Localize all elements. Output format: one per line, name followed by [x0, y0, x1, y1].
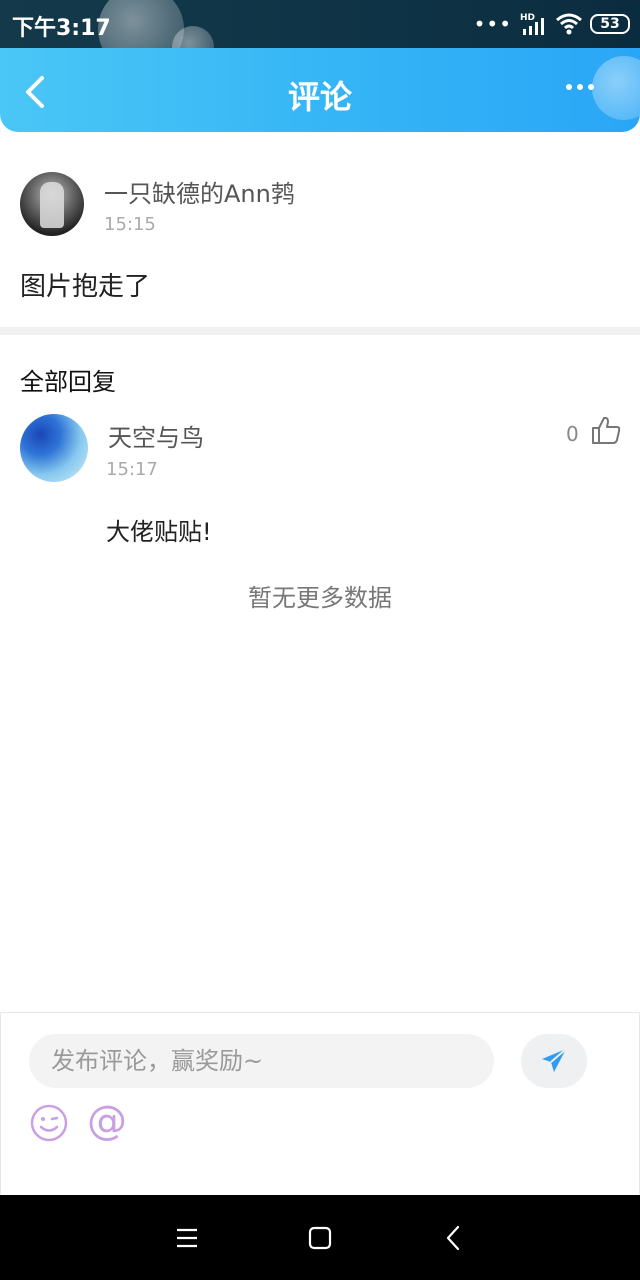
send-plane-icon — [542, 1048, 567, 1072]
more-dots-icon[interactable] — [566, 84, 594, 90]
network-label: HD — [520, 13, 535, 23]
back-icon[interactable] — [437, 1221, 471, 1255]
avatar[interactable] — [20, 172, 84, 236]
comment-content: 图片抱走了 — [20, 272, 151, 302]
section-divider — [0, 327, 640, 335]
send-button[interactable] — [521, 1034, 587, 1088]
signal-icon: HD — [520, 13, 544, 35]
original-comment: 一只缺德的Ann鹁 15:15 图片抱走了 — [0, 132, 640, 327]
menu-icon[interactable] — [170, 1221, 204, 1255]
reply-author-name[interactable]: 天空与鸟 — [108, 418, 204, 453]
wifi-icon — [556, 13, 582, 35]
home-icon[interactable] — [303, 1221, 337, 1255]
battery-level: 53 — [600, 16, 620, 32]
signal-dots-icon: ••• — [473, 12, 512, 36]
system-nav-bar — [0, 1195, 640, 1280]
thumbs-up-icon[interactable] — [590, 414, 622, 446]
reply-content: 大佬贴贴! — [106, 518, 212, 546]
reply-time: 15:17 — [106, 459, 158, 480]
avatar[interactable] — [20, 414, 88, 482]
mention-at-icon[interactable]: @ — [87, 1099, 127, 1143]
replies-section-title: 全部回复 — [20, 368, 116, 396]
emoji-icon[interactable] — [29, 1103, 69, 1143]
battery-icon: 53 — [590, 14, 630, 34]
author-name[interactable]: 一只缺德的Ann鹁 — [104, 174, 295, 209]
status-time: 下午3:17 — [12, 16, 111, 41]
page-title: 评论 — [287, 78, 352, 116]
status-icons: ••• HD 53 — [474, 10, 630, 38]
header-bar: 评论 — [0, 48, 640, 132]
comment-input[interactable] — [29, 1034, 494, 1088]
comment-composer: @ — [0, 1012, 640, 1195]
no-more-data-text: 暂无更多数据 — [248, 584, 392, 612]
status-bar: 下午3:17 ••• HD 53 — [0, 0, 640, 48]
like-count: 0 — [566, 422, 579, 446]
post-time: 15:15 — [104, 214, 156, 235]
